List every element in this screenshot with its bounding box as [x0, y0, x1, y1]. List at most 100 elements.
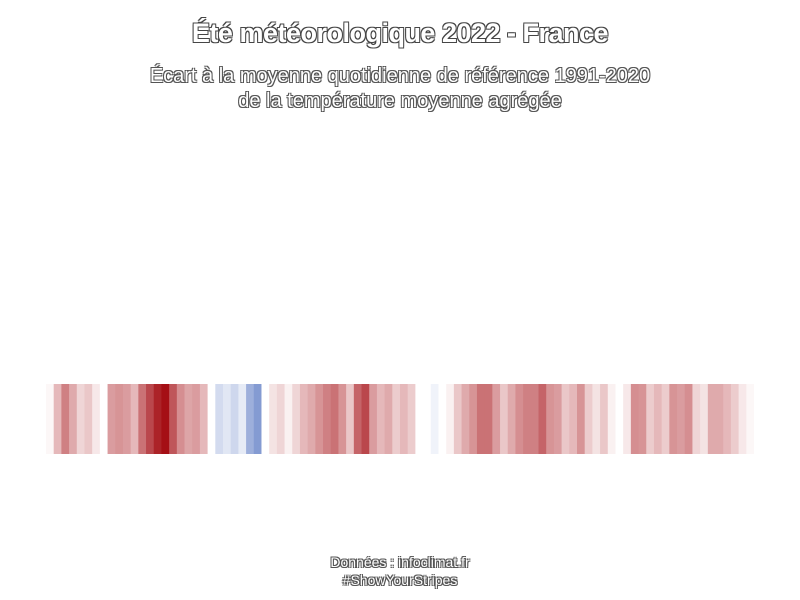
stripe-2022-08-11	[592, 384, 601, 454]
stripe-2022-08-19	[653, 384, 663, 454]
stripe-2022-07-24	[453, 384, 463, 454]
stripe-2022-06-18	[176, 384, 186, 454]
stripe-2022-08-24	[692, 384, 701, 454]
stripe-2022-06-28	[253, 384, 263, 454]
stripe-2022-07-02	[284, 384, 293, 454]
stripe-2022-07-08	[330, 384, 340, 454]
stripe-2022-06-01	[46, 384, 55, 454]
hashtag-label: #ShowYourStripes	[342, 572, 458, 588]
stripe-2022-06-11	[122, 384, 132, 454]
chart-title: Été météorologique 2022 - France	[191, 18, 609, 48]
stripe-2022-07-06	[315, 384, 324, 454]
stripe-2022-08-30	[738, 384, 747, 454]
stripe-2022-07-04	[299, 384, 309, 454]
stripe-2022-08-03	[530, 384, 540, 454]
stripe-2022-07-12	[361, 384, 370, 454]
stripe-2022-07-14	[376, 384, 386, 454]
stripe-2022-08-05	[546, 384, 555, 454]
stripe-2022-08-16	[630, 384, 640, 454]
stripe-2022-06-03	[61, 384, 70, 454]
stripe-2022-07-10	[346, 384, 355, 454]
stripe-2022-07-26	[469, 384, 478, 454]
stripe-2022-08-15	[623, 384, 632, 454]
stripe-2022-08-04	[538, 384, 547, 454]
stripe-2022-06-26	[238, 384, 247, 454]
stripe-2022-08-26	[707, 384, 717, 454]
stripe-2022-06-15	[153, 384, 163, 454]
stripe-2022-06-23	[215, 384, 224, 454]
stripe-2022-07-22	[438, 384, 447, 454]
stripe-2022-07-07	[323, 384, 332, 454]
stripe-2022-08-22	[677, 384, 686, 454]
stripe-2022-06-27	[246, 384, 255, 454]
stripe-2022-06-19	[184, 384, 193, 454]
stripe-2022-06-05	[76, 384, 86, 454]
stripe-2022-06-22	[207, 384, 216, 454]
chart-footer: Données : infoclimat.fr #ShowYourStripes	[0, 553, 800, 589]
stripe-2022-06-07	[92, 384, 101, 454]
stripe-2022-06-10	[115, 384, 124, 454]
stripe-2022-07-01	[276, 384, 286, 454]
stripe-2022-08-28	[723, 384, 732, 454]
stripe-2022-08-27	[715, 384, 724, 454]
data-source-credit: Données : infoclimat.fr	[330, 554, 470, 570]
stripe-2022-08-21	[669, 384, 678, 454]
stripe-2022-08-25	[700, 384, 709, 454]
stripe-2022-08-10	[584, 384, 593, 454]
stripe-2022-06-08	[99, 384, 109, 454]
stripe-2022-07-05	[307, 384, 316, 454]
stripe-2022-06-24	[223, 384, 232, 454]
stripe-2022-07-23	[446, 384, 455, 454]
stripe-2022-07-19	[415, 384, 424, 454]
stripe-2022-06-16	[161, 384, 170, 454]
stripe-2022-08-14	[615, 384, 624, 454]
stripe-2022-07-31	[507, 384, 517, 454]
stripe-2022-06-14	[146, 384, 155, 454]
stripe-2022-08-29	[730, 384, 740, 454]
stripe-2022-08-31	[746, 384, 754, 454]
stripe-2022-07-20	[423, 384, 432, 454]
stripe-2022-08-09	[577, 384, 586, 454]
stripe-2022-07-03	[292, 384, 301, 454]
stripe-2022-08-23	[684, 384, 694, 454]
stripe-2022-08-07	[561, 384, 570, 454]
stripe-2022-08-06	[553, 384, 563, 454]
stripe-2022-07-29	[492, 384, 501, 454]
stripe-2022-06-17	[169, 384, 178, 454]
stripe-2022-07-11	[353, 384, 363, 454]
stripe-2022-06-20	[192, 384, 201, 454]
stripe-2022-07-09	[338, 384, 347, 454]
stripe-2022-07-21	[430, 384, 440, 454]
stripe-2022-07-13	[369, 384, 378, 454]
stripe-2022-07-16	[392, 384, 401, 454]
stripe-2022-08-01	[515, 384, 524, 454]
stripe-2022-06-21	[199, 384, 209, 454]
chart-subtitle: Écart à la moyenne quotidienne de référe…	[0, 64, 800, 114]
stripe-2022-07-27	[476, 384, 486, 454]
stripe-2022-08-18	[646, 384, 655, 454]
stripe-2022-07-28	[484, 384, 493, 454]
stripe-2022-07-15	[384, 384, 393, 454]
stripe-2022-06-06	[84, 384, 93, 454]
stripe-2022-08-17	[638, 384, 647, 454]
stripe-2022-07-17	[400, 384, 409, 454]
stripe-2022-06-13	[138, 384, 147, 454]
stripe-2022-06-29	[261, 384, 270, 454]
stripe-2022-06-09	[107, 384, 116, 454]
stripe-2022-08-13	[607, 384, 617, 454]
stripe-2022-07-18	[407, 384, 416, 454]
warming-stripes-chart	[46, 384, 754, 454]
stripe-2022-08-12	[600, 384, 609, 454]
stripe-2022-08-20	[661, 384, 670, 454]
stripe-2022-06-04	[69, 384, 78, 454]
stripe-2022-07-30	[500, 384, 509, 454]
stripe-2022-06-12	[130, 384, 139, 454]
subtitle-line-2: de la température moyenne agrégée	[238, 90, 562, 112]
stripe-2022-06-30	[269, 384, 278, 454]
stripe-2022-08-02	[523, 384, 532, 454]
stripe-2022-06-25	[230, 384, 239, 454]
stripe-2022-07-25	[461, 384, 470, 454]
stripe-2022-06-02	[53, 384, 62, 454]
subtitle-line-1: Écart à la moyenne quotidienne de référe…	[149, 65, 651, 87]
stripe-2022-08-08	[569, 384, 578, 454]
